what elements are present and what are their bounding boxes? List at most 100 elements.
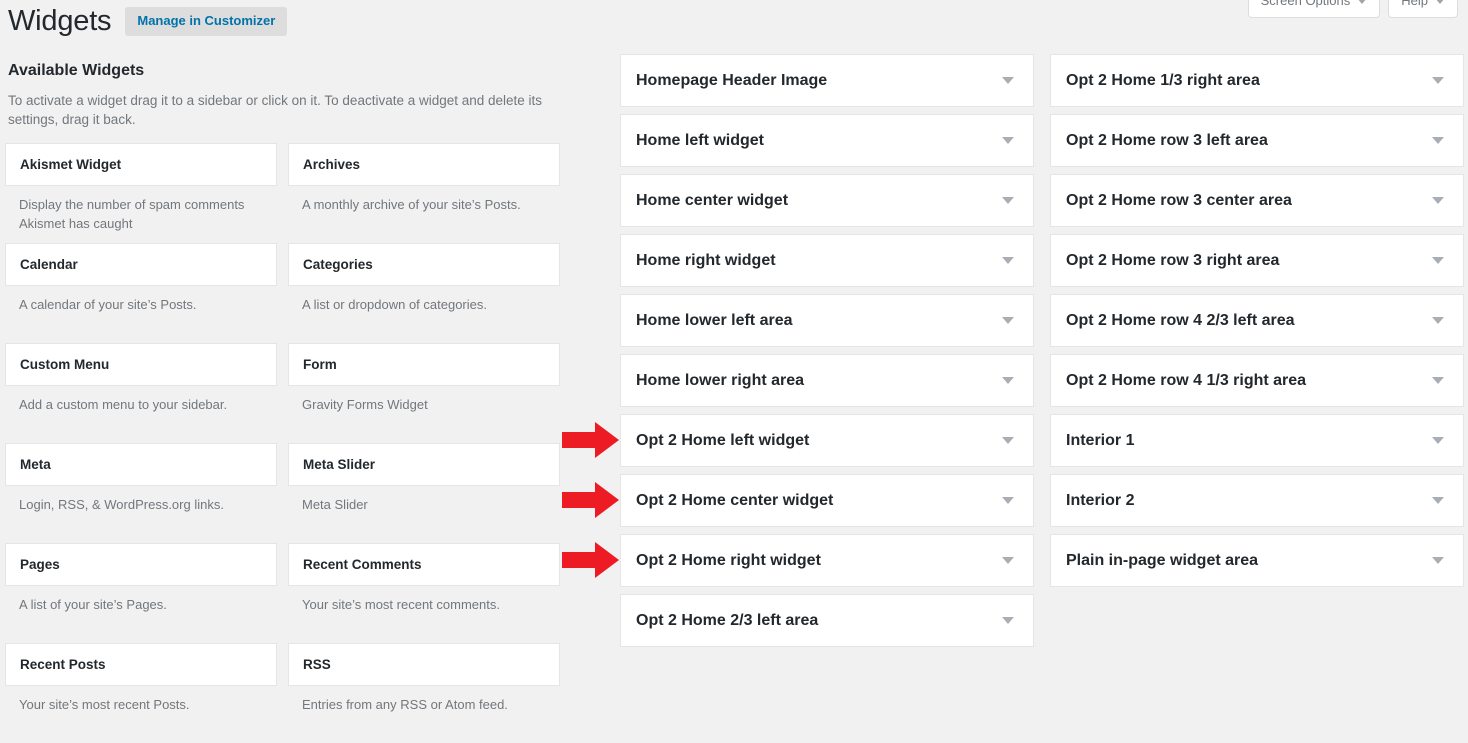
available-widget-card[interactable]: Archives xyxy=(288,143,560,186)
widget-area-name: Homepage Header Image xyxy=(636,71,828,89)
available-widget-name: Recent Posts xyxy=(20,656,106,672)
widget-area-row[interactable]: Plain in-page widget area xyxy=(1050,534,1464,587)
widget-area-name: Opt 2 Home 2/3 left area xyxy=(636,611,819,629)
widget-areas-column-middle: Homepage Header Image Home left widget Hom… xyxy=(620,54,1034,654)
screen-options-label: Screen Options xyxy=(1260,0,1351,8)
available-widget-name: Categories xyxy=(303,256,373,272)
available-widget-description: A monthly archive of your site’s Posts. xyxy=(302,197,521,212)
widget-area-row[interactable]: Interior 2 xyxy=(1050,474,1464,527)
widget-area-row[interactable]: Opt 2 Home row 3 right area xyxy=(1050,234,1464,287)
available-widget-description: A calendar of your site’s Posts. xyxy=(19,297,197,312)
widget-area-row[interactable]: Opt 2 Home left widget xyxy=(620,414,1034,467)
chevron-down-icon[interactable] xyxy=(1432,377,1444,384)
available-widget-description: Your site’s most recent comments. xyxy=(302,597,500,612)
available-widget-entry: Pages A list of your site’s Pages. xyxy=(5,543,277,643)
page-title: Widgets xyxy=(8,5,112,37)
chevron-down-icon[interactable] xyxy=(1432,437,1444,444)
available-widget-card[interactable]: Form xyxy=(288,343,560,386)
widget-area-row[interactable]: Home center widget xyxy=(620,174,1034,227)
widget-area-name: Opt 2 Home right widget xyxy=(636,551,821,569)
widget-area-name: Interior 2 xyxy=(1066,491,1135,509)
available-widget-card[interactable]: Categories xyxy=(288,243,560,286)
available-widgets-heading: Available Widgets xyxy=(8,62,145,79)
widget-area-row[interactable]: Homepage Header Image xyxy=(620,54,1034,107)
available-widget-card[interactable]: RSS xyxy=(288,643,560,686)
page-header: Widgets Manage in Customizer xyxy=(8,4,288,38)
available-widget-card[interactable]: Pages xyxy=(5,543,277,586)
available-widget-card[interactable]: Calendar xyxy=(5,243,277,286)
chevron-down-icon[interactable] xyxy=(1002,197,1014,204)
available-widget-card[interactable]: Recent Comments xyxy=(288,543,560,586)
widget-area-name: Plain in-page widget area xyxy=(1066,551,1259,569)
widget-area-name: Home left widget xyxy=(636,131,765,149)
widget-area-name: Home right widget xyxy=(636,251,776,269)
chevron-down-icon[interactable] xyxy=(1002,317,1014,324)
available-widget-entry: Meta Slider Meta Slider xyxy=(288,443,560,543)
widget-area-row[interactable]: Interior 1 xyxy=(1050,414,1464,467)
available-widget-card[interactable]: Meta xyxy=(5,443,277,486)
widget-area-name: Opt 2 Home left widget xyxy=(636,431,810,449)
widget-area-row[interactable]: Opt 2 Home right widget xyxy=(620,534,1034,587)
available-widgets-column-left: Akismet Widget Display the number of spam… xyxy=(5,143,277,743)
widget-area-name: Opt 2 Home row 4 1/3 right area xyxy=(1066,371,1307,389)
available-widget-name: Pages xyxy=(20,556,60,572)
available-widget-name: Recent Comments xyxy=(303,556,422,572)
widget-area-row[interactable]: Opt 2 Home 2/3 left area xyxy=(620,594,1034,647)
chevron-down-icon[interactable] xyxy=(1432,197,1444,204)
widget-area-row[interactable]: Opt 2 Home center widget xyxy=(620,474,1034,527)
chevron-down-icon[interactable] xyxy=(1432,497,1444,504)
widget-area-row[interactable]: Opt 2 Home 1/3 right area xyxy=(1050,54,1464,107)
chevron-down-icon[interactable] xyxy=(1432,257,1444,264)
available-widget-name: RSS xyxy=(303,656,331,672)
available-widget-name: Custom Menu xyxy=(20,356,110,372)
chevron-down-icon[interactable] xyxy=(1432,77,1444,84)
available-widget-card[interactable]: Akismet Widget xyxy=(5,143,277,186)
available-widget-description: Login, RSS, & WordPress.org links. xyxy=(19,497,224,512)
screen-options-tab[interactable]: Screen Options xyxy=(1247,0,1381,18)
widget-area-name: Opt 2 Home center widget xyxy=(636,491,834,509)
available-widget-name: Calendar xyxy=(20,256,78,272)
chevron-down-icon[interactable] xyxy=(1002,557,1014,564)
widget-area-name: Home lower left area xyxy=(636,311,793,329)
help-label: Help xyxy=(1401,0,1428,8)
available-widget-card[interactable]: Recent Posts xyxy=(5,643,277,686)
available-widget-entry: Custom Menu Add a custom menu to your sid… xyxy=(5,343,277,443)
chevron-down-icon[interactable] xyxy=(1002,77,1014,84)
widget-area-name: Opt 2 Home row 4 2/3 left area xyxy=(1066,311,1295,329)
available-widget-entry: Categories A list or dropdown of categori… xyxy=(288,243,560,343)
available-widget-description: A list or dropdown of categories. xyxy=(302,297,487,312)
available-widget-card[interactable]: Custom Menu xyxy=(5,343,277,386)
help-tab[interactable]: Help xyxy=(1388,0,1458,18)
chevron-down-icon xyxy=(1357,0,1368,4)
widget-area-row[interactable]: Home lower left area xyxy=(620,294,1034,347)
manage-in-customizer-button[interactable]: Manage in Customizer xyxy=(125,6,288,36)
widget-area-row[interactable]: Opt 2 Home row 3 center area xyxy=(1050,174,1464,227)
chevron-down-icon[interactable] xyxy=(1002,257,1014,264)
widget-area-name: Opt 2 Home 1/3 right area xyxy=(1066,71,1260,89)
chevron-down-icon[interactable] xyxy=(1432,557,1444,564)
available-widgets-panel: Available Widgets To activate a widget d… xyxy=(0,60,580,743)
widget-area-name: Home lower right area xyxy=(636,371,805,389)
available-widget-card[interactable]: Meta Slider xyxy=(288,443,560,486)
widget-area-row[interactable]: Opt 2 Home row 4 1/3 right area xyxy=(1050,354,1464,407)
available-widget-name: Meta Slider xyxy=(303,456,376,472)
widget-area-name: Opt 2 Home row 3 left area xyxy=(1066,131,1268,149)
chevron-down-icon[interactable] xyxy=(1002,437,1014,444)
widget-area-name: Opt 2 Home row 3 right area xyxy=(1066,251,1280,269)
chevron-down-icon[interactable] xyxy=(1002,497,1014,504)
available-widget-entry: Recent Comments Your site’s most recent c… xyxy=(288,543,560,643)
widget-area-row[interactable]: Opt 2 Home row 3 left area xyxy=(1050,114,1464,167)
widget-area-name: Home center widget xyxy=(636,191,789,209)
widget-area-row[interactable]: Home lower right area xyxy=(620,354,1034,407)
widget-area-row[interactable]: Home right widget xyxy=(620,234,1034,287)
available-widget-name: Akismet Widget xyxy=(20,156,122,172)
chevron-down-icon[interactable] xyxy=(1002,137,1014,144)
available-widget-name: Archives xyxy=(303,156,361,172)
chevron-down-icon[interactable] xyxy=(1002,617,1014,624)
chevron-down-icon[interactable] xyxy=(1432,317,1444,324)
available-widget-description: Entries from any RSS or Atom feed. xyxy=(302,697,508,712)
widget-area-row[interactable]: Opt 2 Home row 4 2/3 left area xyxy=(1050,294,1464,347)
chevron-down-icon[interactable] xyxy=(1432,137,1444,144)
widget-area-row[interactable]: Home left widget xyxy=(620,114,1034,167)
chevron-down-icon[interactable] xyxy=(1002,377,1014,384)
